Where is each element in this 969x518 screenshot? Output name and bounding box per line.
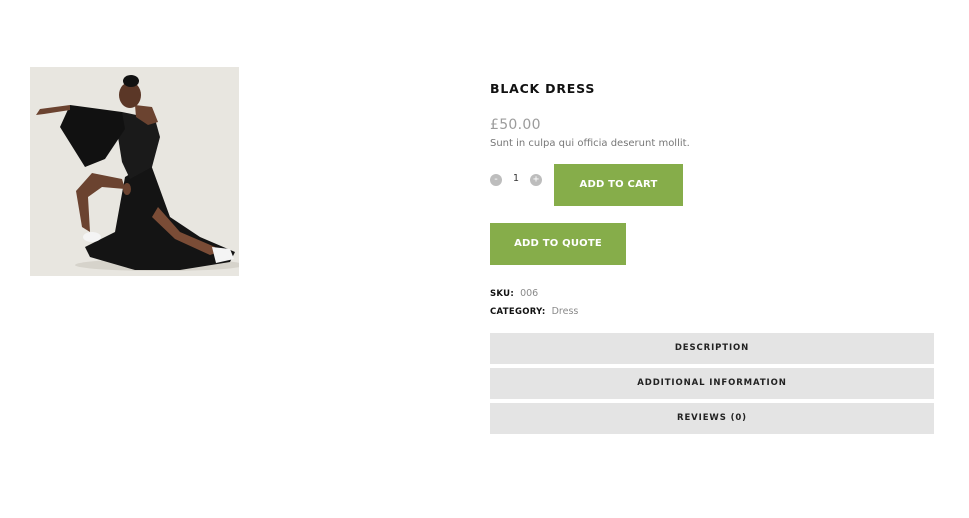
product-short-description: Sunt in culpa qui officia deserunt molli… [490, 138, 690, 149]
product-price: £50.00 [490, 117, 541, 133]
tab-description[interactable]: DESCRIPTION [490, 333, 934, 364]
category-label: CATEGORY: [490, 307, 546, 317]
quote-form: ADD TO QUOTE [490, 223, 934, 265]
product-tabs: DESCRIPTION ADDITIONAL INFORMATION REVIE… [490, 333, 934, 434]
product-summary: BLACK DRESS £50.00 Sunt in culpa qui off… [490, 80, 934, 438]
product-image[interactable] [30, 67, 239, 276]
dress-photo-illustration [30, 67, 239, 276]
category-link[interactable]: Dress [552, 306, 579, 317]
tab-additional-information[interactable]: ADDITIONAL INFORMATION [490, 368, 934, 399]
product-page: BLACK DRESS £50.00 Sunt in culpa qui off… [0, 0, 969, 518]
add-to-cart-form: - 1 + ADD TO CART [490, 164, 934, 206]
sku-value: 006 [520, 288, 539, 299]
sku-line: SKU: 006 [490, 285, 934, 303]
tab-reviews[interactable]: REVIEWS (0) [490, 403, 934, 434]
quantity-input[interactable]: 1 [508, 173, 524, 184]
add-to-quote-button[interactable]: ADD TO QUOTE [490, 223, 626, 265]
category-line: CATEGORY: Dress [490, 303, 934, 321]
product-title: BLACK DRESS [490, 81, 596, 96]
quantity-decrease-button[interactable]: - [490, 174, 502, 186]
quantity-increase-button[interactable]: + [530, 174, 542, 186]
add-to-cart-button[interactable]: ADD TO CART [554, 164, 683, 206]
sku-label: SKU: [490, 289, 515, 299]
product-meta: SKU: 006 CATEGORY: Dress [490, 285, 934, 321]
